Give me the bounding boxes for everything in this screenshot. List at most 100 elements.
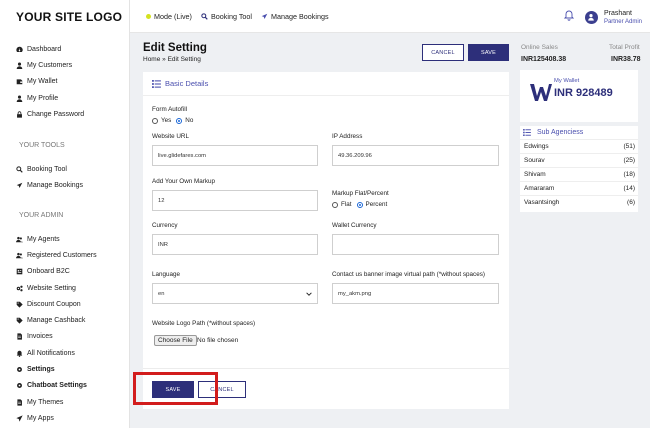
sidebar-item-label: Discount Coupon bbox=[27, 300, 81, 308]
form-autofill-radio-group: Yes No bbox=[152, 117, 193, 124]
list-item[interactable]: Vasantsingh (6) bbox=[520, 196, 638, 210]
list-item[interactable]: Sourav (25) bbox=[520, 154, 638, 168]
users-icon bbox=[15, 251, 23, 259]
plane-icon bbox=[261, 13, 268, 20]
sidebar-item-my-wallet[interactable]: My Wallet bbox=[0, 74, 130, 90]
notification-bell-icon[interactable] bbox=[564, 10, 574, 21]
wallet-currency-input[interactable] bbox=[332, 234, 499, 255]
sidebar-item-my-customers[interactable]: My Customers bbox=[0, 57, 130, 73]
autofill-no-label: No bbox=[185, 117, 194, 124]
gear-icon bbox=[15, 366, 23, 374]
sidebar-item-label: Change Password bbox=[27, 110, 85, 118]
markup-percent-radio[interactable] bbox=[356, 201, 363, 208]
sidebar-item-label: My Apps bbox=[27, 414, 54, 422]
sidebar-item-label: Manage Cashback bbox=[27, 317, 86, 325]
sidebar-item-label: Settings bbox=[27, 366, 55, 374]
wallet-card[interactable]: My Wallet INR 928489 bbox=[520, 70, 638, 122]
sidebar-item-invoices[interactable]: Invoices bbox=[0, 329, 130, 345]
sidebar-item-booking-tool[interactable]: Booking Tool bbox=[0, 161, 130, 177]
sidebar-item-onboard-b2c[interactable]: Onboard B2C bbox=[0, 264, 130, 280]
markup-label: Add Your Own Markup bbox=[152, 178, 216, 185]
markup-flat-label: Flat bbox=[341, 201, 352, 208]
agency-name: Shivam bbox=[524, 171, 546, 178]
agency-name: Vasantsingh bbox=[524, 199, 560, 206]
mode-toggle[interactable]: Mode (Live) bbox=[146, 0, 192, 33]
top-nav-manage-bookings[interactable]: Manage Bookings bbox=[261, 0, 329, 33]
chevron-down-icon bbox=[306, 292, 312, 296]
dashboard-icon bbox=[15, 45, 23, 53]
sidebar-item-label: Website Setting bbox=[27, 284, 76, 292]
total-profit-label: Total Profit bbox=[609, 44, 640, 51]
sidebar-item-my-themes[interactable]: My Themes bbox=[0, 394, 130, 410]
sidebar-item-registered-customers[interactable]: Registered Customers bbox=[0, 247, 130, 263]
save-button-highlight bbox=[133, 372, 218, 405]
section-title-tools: YOUR TOOLS bbox=[19, 142, 65, 149]
agency-count: (25) bbox=[623, 157, 635, 164]
sidebar-item-dashboard[interactable]: Dashboard bbox=[0, 41, 130, 57]
agency-name: Amararam bbox=[524, 185, 555, 192]
sidebar-item-manage-cashback[interactable]: Manage Cashback bbox=[0, 312, 130, 328]
site-logo[interactable]: YOUR SITE LOGO bbox=[0, 0, 129, 34]
list-item[interactable]: Amararam (14) bbox=[520, 182, 638, 196]
sub-agencies-title: Sub Agenciess bbox=[537, 129, 584, 136]
total-profit-value: INR38.78 bbox=[611, 56, 641, 63]
website-url-label: Website URL bbox=[152, 133, 189, 140]
sidebar-item-manage-bookings[interactable]: Manage Bookings bbox=[0, 177, 130, 193]
sidebar-item-change-password[interactable]: Change Password bbox=[0, 106, 130, 122]
logo-path-label: Website Logo Path (*without spaces) bbox=[152, 320, 256, 327]
markup-percent-label: Percent bbox=[365, 201, 388, 208]
list-item[interactable]: Shivam (18) bbox=[520, 168, 638, 182]
gear-icon bbox=[15, 382, 23, 390]
list-icon bbox=[523, 129, 531, 136]
agency-count: (18) bbox=[623, 171, 635, 178]
ip-address-input[interactable]: 49.36.209.96 bbox=[332, 145, 499, 166]
search-icon bbox=[201, 13, 208, 20]
file-icon bbox=[15, 333, 23, 341]
file-icon bbox=[15, 398, 23, 406]
sidebar-item-my-apps[interactable]: My Apps bbox=[0, 410, 130, 426]
markup-type-radio-group: Flat Percent bbox=[332, 201, 387, 208]
list-icon bbox=[152, 79, 161, 88]
language-select[interactable]: en bbox=[152, 283, 318, 304]
ip-address-label: IP Address bbox=[332, 133, 363, 140]
sidebar-item-label: My Wallet bbox=[27, 78, 58, 86]
save-button[interactable]: SAVE bbox=[468, 44, 509, 61]
user-menu[interactable]: Prashant Partner Admin bbox=[584, 4, 642, 30]
sidebar-item-website-setting[interactable]: Website Setting bbox=[0, 280, 130, 296]
banner-path-input[interactable]: my_akm.png bbox=[332, 283, 499, 304]
top-nav-label: Manage Bookings bbox=[271, 12, 329, 21]
online-sales-value: INR125408.38 bbox=[521, 56, 567, 63]
top-bar: Mode (Live) Booking Tool Manage Bookings… bbox=[130, 0, 650, 33]
wallet-amount: INR 928489 bbox=[554, 87, 613, 99]
page-title: Edit Setting bbox=[143, 42, 207, 54]
banner-path-label: Contact us banner image virtual path (*w… bbox=[332, 271, 485, 278]
sidebar-item-label: My Agents bbox=[27, 235, 60, 243]
sub-agencies-card: Sub Agenciess Edwings (51) Sourav (25) S… bbox=[520, 126, 638, 212]
sidebar-item-my-agents[interactable]: My Agents bbox=[0, 231, 130, 247]
sidebar-item-discount-coupon[interactable]: Discount Coupon bbox=[0, 296, 130, 312]
breadcrumb[interactable]: Home » Edit Setting bbox=[143, 56, 201, 63]
markup-input[interactable]: 12 bbox=[152, 190, 318, 211]
choose-file-button[interactable]: Choose File bbox=[154, 335, 197, 346]
search-icon bbox=[15, 165, 23, 173]
user-icon bbox=[15, 94, 23, 102]
sidebar-item-chatboat-settings[interactable]: Chatboat Settings bbox=[0, 378, 130, 394]
autofill-no-radio[interactable] bbox=[176, 117, 183, 124]
list-item[interactable]: Edwings (51) bbox=[520, 140, 638, 154]
sidebar-item-all-notifications[interactable]: All Notifications bbox=[0, 345, 130, 361]
autofill-yes-radio[interactable] bbox=[152, 117, 158, 124]
website-url-input[interactable]: live.glidefares.com bbox=[152, 145, 318, 166]
cancel-button[interactable]: CANCEL bbox=[422, 44, 464, 61]
top-nav-label: Booking Tool bbox=[211, 12, 253, 21]
currency-label: Currency bbox=[152, 222, 178, 229]
top-nav-booking-tool[interactable]: Booking Tool bbox=[201, 0, 252, 33]
markup-flat-radio[interactable] bbox=[332, 201, 338, 208]
sidebar-item-my-profile[interactable]: My Profile bbox=[0, 90, 130, 106]
sidebar-item-label: Dashboard bbox=[27, 45, 62, 53]
avatar bbox=[584, 10, 598, 24]
currency-input[interactable]: INR bbox=[152, 234, 318, 255]
file-status-text: No file chosen bbox=[197, 337, 239, 344]
sidebar-item-label: All Notifications bbox=[27, 349, 75, 357]
sidebar-item-settings[interactable]: Settings bbox=[0, 361, 130, 377]
agency-name: Edwings bbox=[524, 143, 549, 150]
